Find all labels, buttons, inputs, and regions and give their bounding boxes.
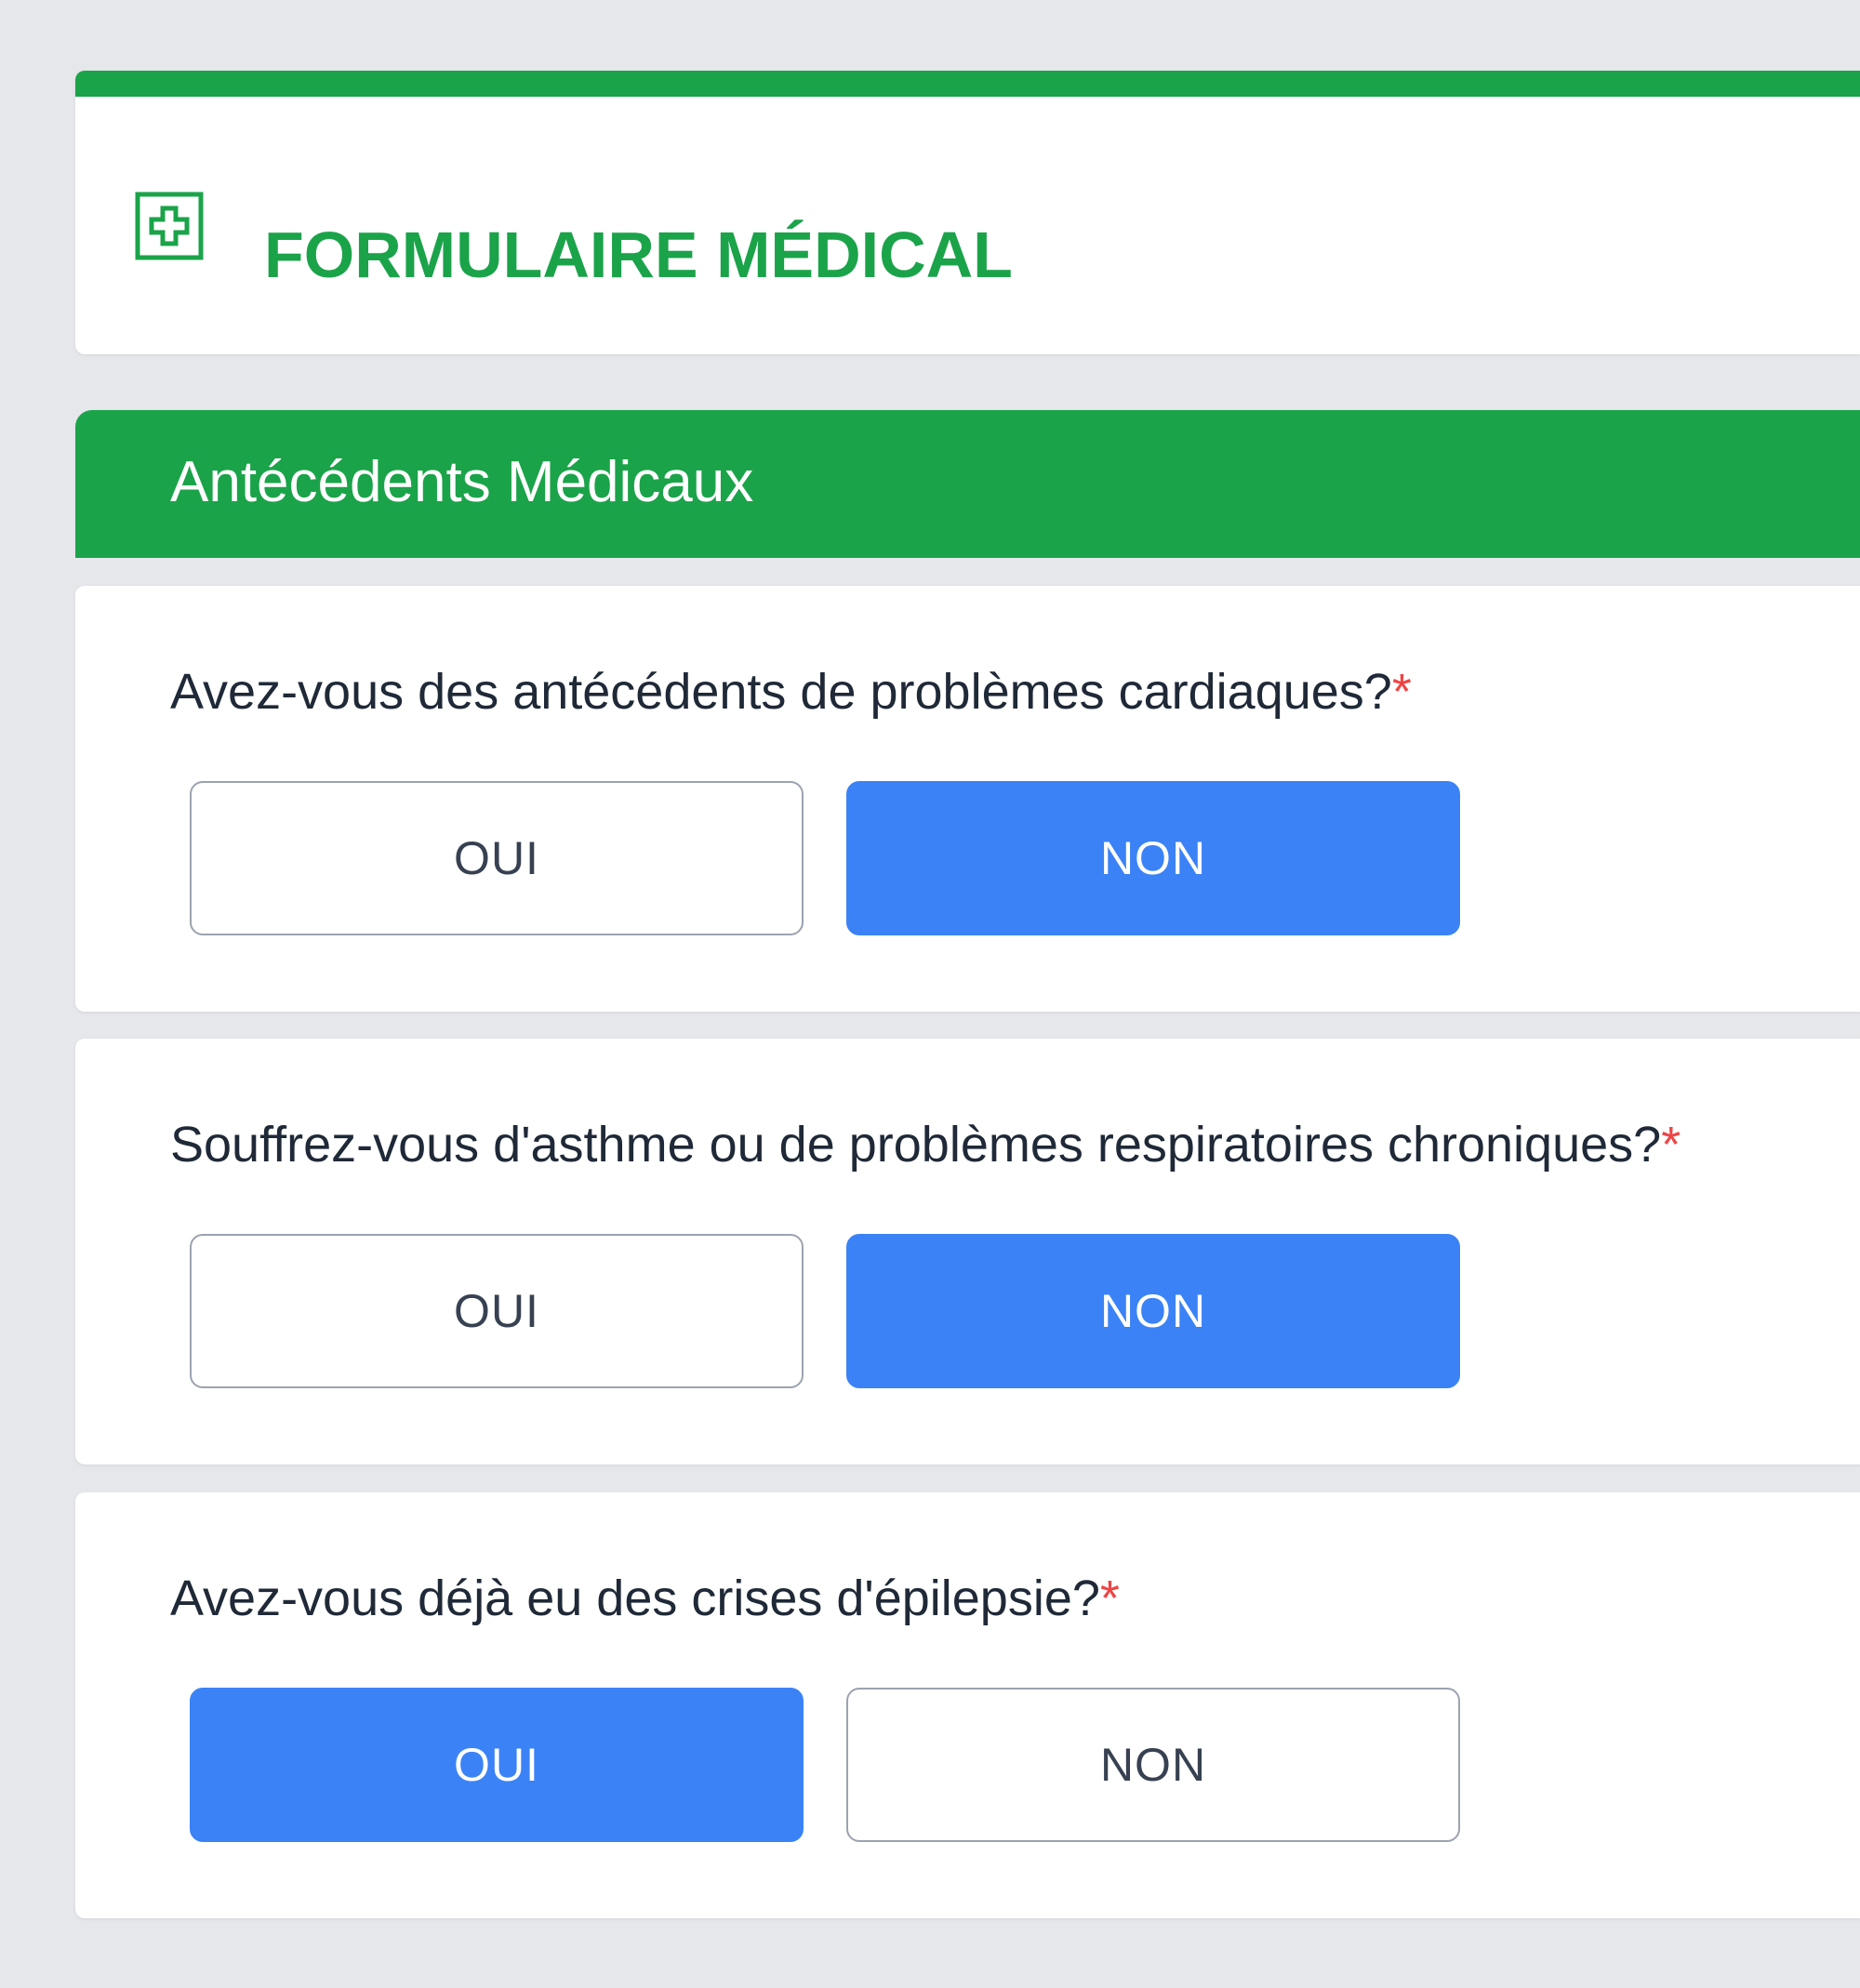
answer-non-button[interactable]: NON bbox=[846, 1688, 1460, 1842]
medical-plus-icon bbox=[135, 192, 204, 260]
section-title: Antécédents Médicaux bbox=[170, 450, 754, 514]
form-header-card: FORMULAIRE MÉDICAL bbox=[75, 71, 1860, 354]
required-marker: * bbox=[1391, 664, 1412, 720]
answer-non-button[interactable]: NON bbox=[846, 1234, 1460, 1388]
question-card-epilepsy: Avez-vous déjà eu des crises d'épilepsie… bbox=[75, 1492, 1860, 1918]
question-card-asthma: Souffrez-vous d'asthme ou de problèmes r… bbox=[75, 1039, 1860, 1464]
question-text: Avez-vous déjà eu des crises d'épilepsie… bbox=[170, 1571, 1100, 1626]
answer-non-button[interactable]: NON bbox=[846, 781, 1460, 935]
header-accent-stripe bbox=[75, 71, 1860, 97]
question-text: Avez-vous des antécédents de problèmes c… bbox=[170, 664, 1392, 720]
question-card-heart: Avez-vous des antécédents de problèmes c… bbox=[75, 586, 1860, 1012]
question-label: Avez-vous déjà eu des crises d'épilepsie… bbox=[170, 1566, 1120, 1631]
question-label: Souffrez-vous d'asthme ou de problèmes r… bbox=[170, 1112, 1681, 1177]
answer-oui-button[interactable]: OUI bbox=[190, 1688, 804, 1842]
section-header: Antécédents Médicaux bbox=[75, 410, 1860, 558]
required-marker: * bbox=[1661, 1117, 1681, 1173]
required-marker: * bbox=[1099, 1571, 1120, 1626]
question-text: Souffrez-vous d'asthme ou de problèmes r… bbox=[170, 1117, 1662, 1173]
form-title: FORMULAIRE MÉDICAL bbox=[264, 219, 1013, 291]
answer-oui-button[interactable]: OUI bbox=[190, 1234, 804, 1388]
answer-oui-button[interactable]: OUI bbox=[190, 781, 804, 935]
question-label: Avez-vous des antécédents de problèmes c… bbox=[170, 659, 1412, 724]
